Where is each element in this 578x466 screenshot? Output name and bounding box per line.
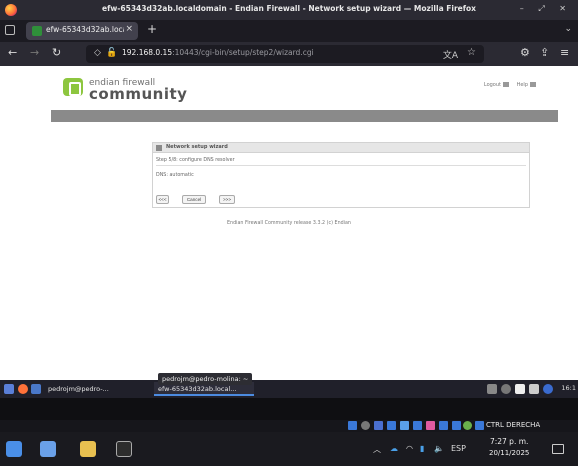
tab-bar: efw-65343d32ab.localdo × + ⌄ xyxy=(0,20,578,42)
guest-panel: pedrojm@pedro-... efw-65343d32ab.local..… xyxy=(0,380,578,398)
keyboard-icon[interactable] xyxy=(475,421,484,430)
host-key-label: CTRL DERECHA xyxy=(486,421,541,429)
address-bar[interactable]: ◇ 🔓 192.168.0.15:10443/cgi-bin/setup/ste… xyxy=(86,45,484,63)
header-band xyxy=(51,110,558,122)
bookmark-star-icon[interactable]: ☆ xyxy=(467,47,476,58)
top-links: Logout Help xyxy=(484,82,542,88)
web-page: endian firewall community Logout Help Ne… xyxy=(0,66,578,380)
dns-status-text: DNS: automatic xyxy=(156,173,194,178)
cloud-icon[interactable]: ☁ xyxy=(390,444,398,453)
footer-text: Endian Firewall Community release 3.3.2 … xyxy=(227,221,351,226)
wizard-header-icon xyxy=(156,145,162,151)
tracking-protection-icon[interactable]: ◇ xyxy=(94,48,101,58)
battery-icon[interactable]: ▮ xyxy=(420,444,424,453)
logout-icon[interactable] xyxy=(503,82,509,87)
video-capture-icon[interactable] xyxy=(439,421,448,430)
logout-link[interactable]: Logout xyxy=(484,82,501,88)
window-controls[interactable]: – ⤢ ✕ xyxy=(520,4,572,14)
update-icon[interactable] xyxy=(543,384,553,394)
hdd-icon[interactable] xyxy=(348,421,357,430)
reload-button[interactable]: ↻ xyxy=(52,46,61,59)
vm-background xyxy=(0,398,578,420)
forward-button[interactable]: → xyxy=(30,46,39,59)
tab-overview-icon[interactable] xyxy=(5,25,15,35)
network-adapter-icon[interactable] xyxy=(387,421,396,430)
mouse-integration-icon[interactable] xyxy=(463,421,472,430)
wizard-header: Network setup wizard xyxy=(153,143,529,153)
next-button[interactable]: >>> xyxy=(219,195,235,204)
app-icon-3[interactable] xyxy=(80,441,96,457)
taskbar-item-terminal[interactable]: pedrojm@pedro-... xyxy=(44,382,148,396)
task-tooltip: pedrojm@pedro-molina: ~ xyxy=(158,373,253,385)
translate-icon[interactable]: 文A xyxy=(443,48,458,61)
divider xyxy=(156,165,526,166)
panel-clock: 16:1 xyxy=(561,384,576,392)
network-icon[interactable] xyxy=(529,384,539,394)
app-icon-1[interactable] xyxy=(6,441,22,457)
window-title: efw-65343d32ab.localdomain - Endian Fire… xyxy=(102,4,476,13)
wizard-step-text: Step 5/8: configure DNS resolver xyxy=(156,158,235,163)
menu-icon[interactable] xyxy=(4,384,14,394)
input-language[interactable]: ESP xyxy=(451,444,466,453)
app-menu-button[interactable]: ≡ xyxy=(560,46,569,59)
volume-icon[interactable] xyxy=(501,384,511,394)
tab-label: efw-65343d32ab.localdo xyxy=(46,25,124,34)
shared-folders-icon[interactable] xyxy=(413,421,422,430)
extensions-icon[interactable]: ⚙ xyxy=(520,46,530,59)
vt-icon[interactable] xyxy=(452,421,461,430)
terminal-icon[interactable] xyxy=(116,441,132,457)
files-icon[interactable] xyxy=(31,384,41,394)
lock-warning-icon[interactable]: 🔓 xyxy=(106,48,117,58)
wizard-box: Network setup wizard Step 5/8: configure… xyxy=(152,142,530,208)
navigation-toolbar: ← → ↻ ◇ 🔓 192.168.0.15:10443/cgi-bin/set… xyxy=(0,42,578,66)
logo-text-bottom: community xyxy=(89,85,188,103)
previous-button[interactable]: <<< xyxy=(156,195,169,204)
back-button[interactable]: ← xyxy=(8,46,17,59)
brand-header: endian firewall community Logout Help xyxy=(0,66,578,110)
help-icon[interactable] xyxy=(530,82,536,87)
display-icon[interactable] xyxy=(426,421,435,430)
optical-icon[interactable] xyxy=(361,421,370,430)
list-all-tabs-button[interactable]: ⌄ xyxy=(564,24,572,34)
firefox-launcher-icon[interactable] xyxy=(18,384,28,394)
tab-close-icon[interactable]: × xyxy=(125,24,133,34)
document-icon[interactable] xyxy=(515,384,525,394)
audio-icon[interactable] xyxy=(374,421,383,430)
wifi-icon[interactable]: ◠ xyxy=(406,444,413,453)
window-titlebar: efw-65343d32ab.localdomain - Endian Fire… xyxy=(0,0,578,20)
help-link[interactable]: Help xyxy=(517,82,528,88)
vm-status-bar: CTRL DERECHA xyxy=(0,420,578,432)
usb-icon[interactable] xyxy=(400,421,409,430)
share-icon[interactable]: ⇪ xyxy=(540,46,549,59)
speaker-icon[interactable]: 🔈 xyxy=(434,444,444,453)
host-taskbar: ︿ ☁ ◠ ▮ 🔈 ESP 7:27 p. m. 20/11/2025 xyxy=(0,432,578,466)
tray-chevron-icon[interactable]: ︿ xyxy=(373,444,381,455)
endian-logo-icon xyxy=(63,78,83,96)
tab-endian-firewall[interactable]: efw-65343d32ab.localdo × xyxy=(26,22,138,40)
screen-icon[interactable] xyxy=(487,384,497,394)
app-icon-2[interactable] xyxy=(40,441,56,457)
url-text[interactable]: 192.168.0.15:10443/cgi-bin/setup/step2/w… xyxy=(122,48,314,57)
new-tab-button[interactable]: + xyxy=(147,22,157,36)
notification-icon[interactable] xyxy=(552,444,564,454)
cancel-button[interactable]: Cancel xyxy=(182,195,206,204)
clock-time: 7:27 p. m. xyxy=(489,437,529,446)
clock-date: 20/11/2025 xyxy=(489,449,530,457)
system-clock[interactable]: 7:27 p. m. 20/11/2025 xyxy=(489,437,529,457)
site-favicon-icon xyxy=(32,26,42,36)
wizard-title: Network setup wizard xyxy=(166,144,228,150)
